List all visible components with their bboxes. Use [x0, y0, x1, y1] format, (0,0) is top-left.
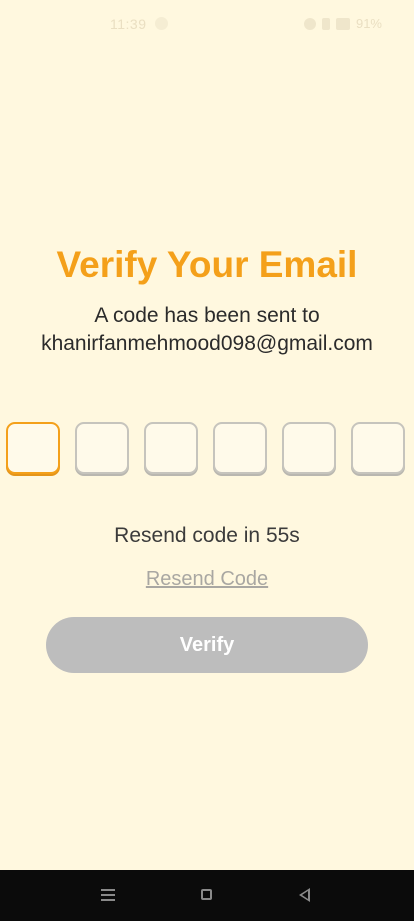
resend-countdown: Resend code in 55s [114, 524, 300, 547]
battery-icon [335, 17, 350, 30]
status-bar: 11:39 91% [0, 0, 414, 50]
signal-icon [321, 17, 330, 30]
code-digit-3[interactable] [144, 422, 198, 474]
code-digit-2[interactable] [75, 422, 129, 474]
resend-code-link[interactable]: Resend Code [0, 565, 414, 593]
menu-icon[interactable] [101, 889, 115, 902]
battery-percent: 91% [355, 16, 382, 31]
verify-button[interactable]: Verify [46, 617, 368, 673]
verification-message: A code has been sent to khanirfanmehmood… [0, 302, 414, 358]
back-icon[interactable] [299, 888, 310, 902]
messenger-icon [155, 17, 168, 30]
code-digit-5[interactable] [282, 422, 336, 474]
email-address: khanirfanmehmood098@gmail.com [41, 332, 373, 355]
code-digit-1[interactable] [6, 422, 60, 474]
alarm-icon [303, 17, 316, 30]
navigation-bar [0, 870, 414, 921]
code-input-row [6, 422, 408, 478]
code-digit-6[interactable] [351, 422, 405, 474]
message-text: A code has been sent to [94, 304, 320, 327]
status-time: 11:39 [110, 16, 147, 32]
home-icon[interactable] [201, 889, 212, 900]
code-digit-4[interactable] [213, 422, 267, 474]
page-title: Verify Your Email [56, 244, 358, 285]
status-icons: 91% [303, 16, 382, 31]
